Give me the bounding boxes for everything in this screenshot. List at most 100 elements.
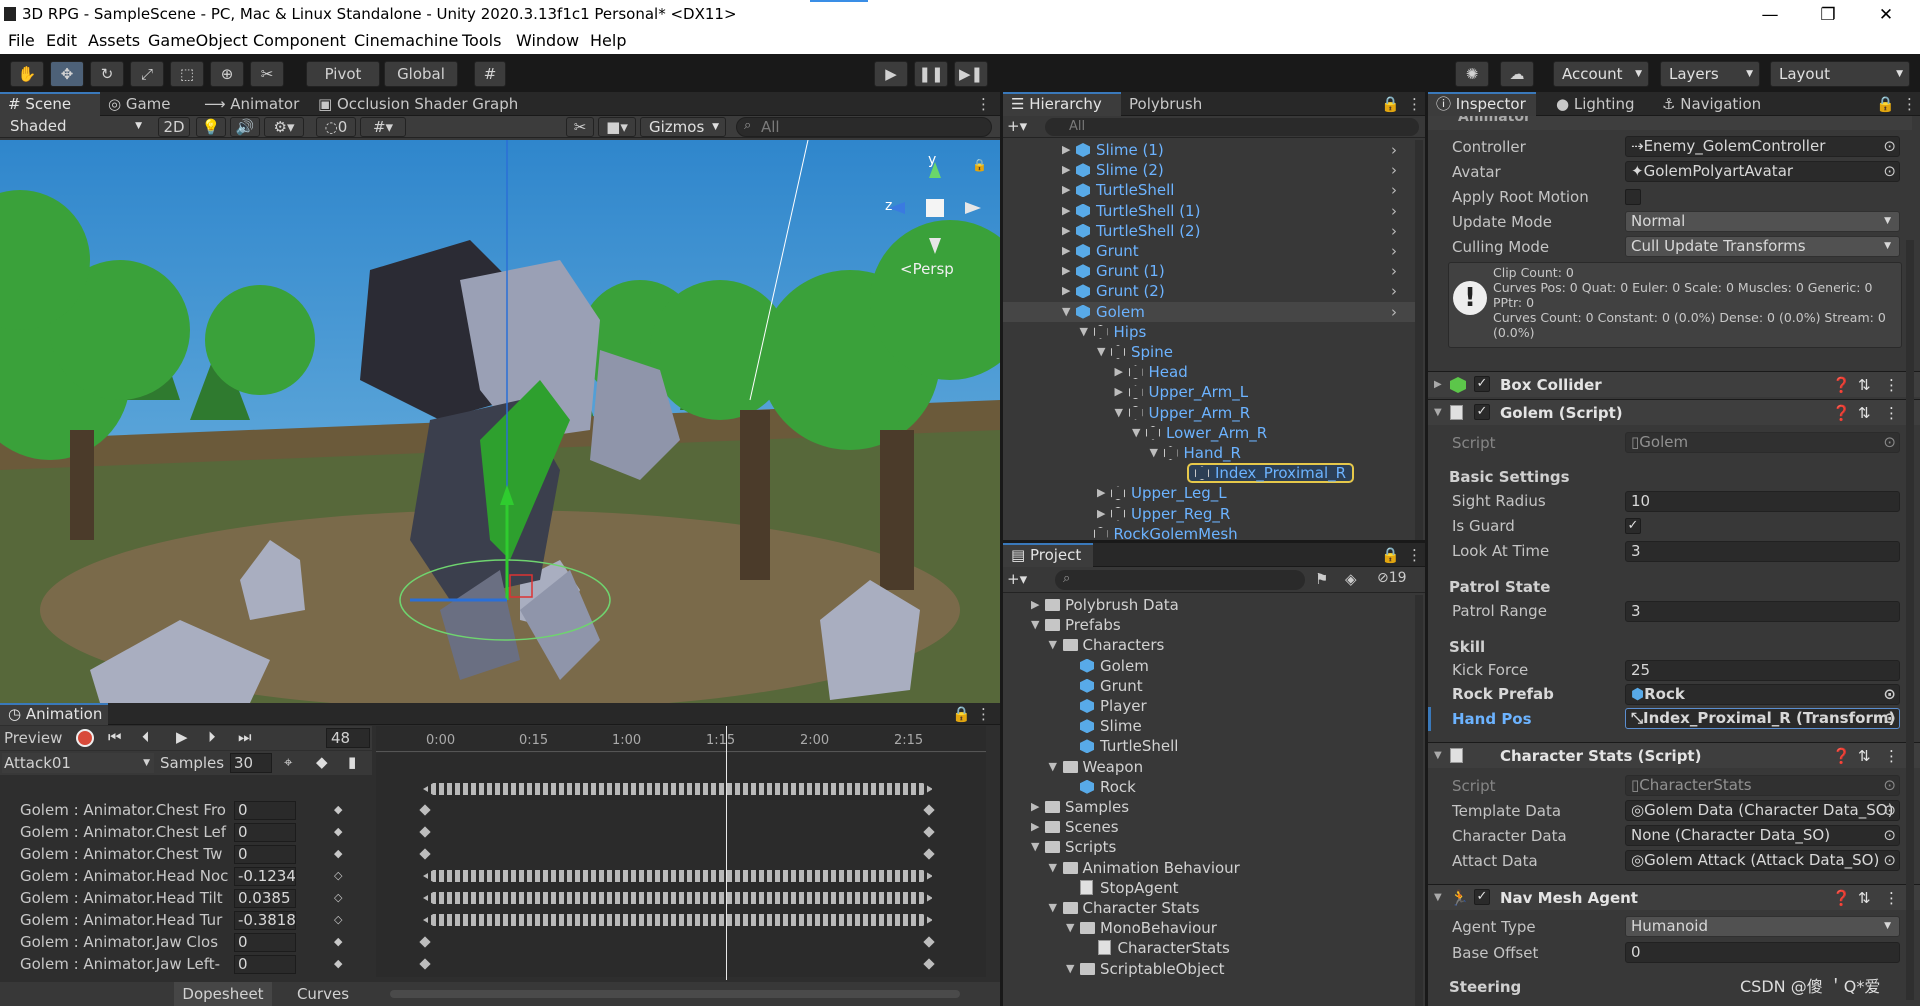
tab-occlusion[interactable]: ▣ Occlusion Shader Graph xyxy=(310,92,526,116)
close-button[interactable]: ✕ xyxy=(1866,2,1906,28)
nav-mesh-enabled[interactable]: ✓ xyxy=(1474,889,1490,905)
property-value[interactable]: 0 xyxy=(234,823,296,842)
hierarchy-item[interactable]: ▶ Upper_Arm_L xyxy=(1003,382,1415,402)
timeline-scrollbar[interactable] xyxy=(390,990,960,998)
tab-polybrush[interactable]: Polybrush xyxy=(1121,92,1210,116)
menu-gameobject[interactable]: GameObject xyxy=(148,31,248,50)
property-value[interactable]: 0 xyxy=(234,933,296,952)
project-item[interactable]: ▶ Polybrush Data xyxy=(1003,595,1415,615)
project-item[interactable]: ▼ Characters xyxy=(1003,635,1415,655)
project-item[interactable]: ▼ Character Stats xyxy=(1003,898,1415,918)
collapse-arrow-icon[interactable]: ▼ xyxy=(1066,959,1078,979)
hierarchy-item[interactable]: ▶ Grunt (2) › xyxy=(1003,281,1415,301)
box-collider-header[interactable]: ▶ ✓ Box Collider ❓ ⇅ ⋮ xyxy=(1428,371,1920,397)
hierarchy-item[interactable]: ▶ TurtleShell (1) › xyxy=(1003,201,1415,221)
pause-button[interactable]: ❚❚ xyxy=(914,61,948,87)
expand-arrow-icon[interactable]: ▶ xyxy=(1031,797,1043,817)
project-item[interactable]: Rock xyxy=(1003,777,1415,797)
anim-play-icon[interactable]: ▶ xyxy=(176,728,188,746)
chevron-right-icon[interactable]: › xyxy=(1391,160,1397,180)
filter-type-icon[interactable]: ⚑ xyxy=(1315,570,1328,588)
property-value[interactable]: -0.1234 xyxy=(234,867,296,886)
hierarchy-item[interactable]: ▶ Grunt › xyxy=(1003,241,1415,261)
collapse-arrow-icon[interactable]: ▼ xyxy=(1031,837,1043,857)
frame-field[interactable]: 48 xyxy=(326,728,370,748)
menu-help[interactable]: Help xyxy=(590,31,626,50)
avatar-field[interactable]: ✦GolemPolyartAvatar xyxy=(1625,161,1900,182)
patrol-range-field[interactable]: 3 xyxy=(1625,601,1900,622)
toggle-2d[interactable]: 2D xyxy=(158,117,190,137)
collapse-arrow-icon[interactable]: ▼ xyxy=(1132,423,1144,443)
presets-icon[interactable]: ⇅ xyxy=(1858,400,1871,426)
project-scrollbar[interactable] xyxy=(1415,595,1423,1006)
custom-tool-icon[interactable]: ✂ xyxy=(250,61,284,87)
inspector-scrollbar[interactable] xyxy=(1906,240,1914,1000)
chevron-right-icon[interactable]: › xyxy=(1391,180,1397,200)
anim-property-row[interactable]: Golem : Animator.Jaw Clos 0 ◆ xyxy=(0,931,365,953)
collapse-arrow-icon[interactable]: ▼ xyxy=(1066,918,1078,938)
collapse-arrow-icon[interactable]: ▼ xyxy=(1115,403,1127,423)
menu-assets[interactable]: Assets xyxy=(88,31,140,50)
tab-navigation[interactable]: ⚓ Navigation xyxy=(1654,92,1769,116)
lock-icon[interactable]: 🔒 xyxy=(972,158,987,172)
project-item[interactable]: ▼ Weapon xyxy=(1003,757,1415,777)
help-icon[interactable]: ❓ xyxy=(1832,885,1851,911)
hidden-packages-toggle[interactable]: ⊘19 xyxy=(1377,570,1407,586)
anim-property-row[interactable]: Golem : Animator.Chest Lef 0 ◆ xyxy=(0,821,365,843)
preview-toggle[interactable]: Preview xyxy=(4,729,62,747)
hierarchy-search-input[interactable]: All xyxy=(1045,118,1419,136)
hierarchy-item[interactable]: ▼ Upper_Arm_R xyxy=(1003,403,1415,423)
collapse-arrow-icon[interactable]: ▼ xyxy=(1434,400,1442,426)
animator-component-header[interactable]: Animator xyxy=(1428,116,1912,130)
project-item[interactable]: ▼ ScriptableObject xyxy=(1003,959,1415,979)
samples-field[interactable]: 30 xyxy=(230,753,272,773)
layout-dropdown[interactable]: Layout xyxy=(1770,61,1910,87)
account-dropdown[interactable]: Account xyxy=(1553,61,1649,87)
collapse-arrow-icon[interactable]: ▼ xyxy=(1097,342,1109,362)
base-offset-field[interactable]: 0 xyxy=(1625,942,1900,963)
project-item[interactable]: Golem xyxy=(1003,656,1415,676)
look-at-time-field[interactable]: 3 xyxy=(1625,541,1900,562)
grid-toggle-icon[interactable]: #▾ xyxy=(360,117,406,137)
help-icon[interactable]: ❓ xyxy=(1832,743,1851,769)
help-icon[interactable]: ❓ xyxy=(1832,372,1851,398)
global-toggle[interactable]: Global xyxy=(384,61,458,87)
project-item[interactable]: TurtleShell xyxy=(1003,736,1415,756)
menu-cinemachine[interactable]: Cinemachine xyxy=(354,31,458,50)
panel-menu-icon[interactable]: ⋮ xyxy=(968,92,999,116)
shading-dropdown[interactable]: Shaded xyxy=(2,117,148,137)
hierarchy-item[interactable]: ▶ Slime (2) › xyxy=(1003,160,1415,180)
property-value[interactable]: -0.3818 xyxy=(234,911,296,930)
template-data-field[interactable]: ◎Golem Data (Character Data_SO) xyxy=(1625,800,1900,821)
project-item[interactable]: ▼ Prefabs xyxy=(1003,615,1415,635)
project-item[interactable]: Grunt xyxy=(1003,676,1415,696)
expand-arrow-icon[interactable]: ▶ xyxy=(1062,281,1074,301)
collapse-arrow-icon[interactable]: ▼ xyxy=(1049,635,1061,655)
collapse-arrow-icon[interactable]: ▼ xyxy=(1049,757,1061,777)
tab-dopesheet[interactable]: Dopesheet xyxy=(174,982,272,1006)
effects-icon[interactable]: ⚙▾ xyxy=(264,117,304,137)
hierarchy-item[interactable]: ▼ Hips xyxy=(1003,322,1415,342)
scale-tool-icon[interactable]: ⤢ xyxy=(130,61,164,87)
project-item[interactable]: ▼ Scripts xyxy=(1003,837,1415,857)
hierarchy-menu-icon[interactable]: ⋮ xyxy=(1399,92,1425,116)
expand-arrow-icon[interactable]: ▶ xyxy=(1097,483,1109,503)
chevron-right-icon[interactable]: › xyxy=(1391,221,1397,241)
component-menu-icon[interactable]: ⋮ xyxy=(1884,372,1899,398)
help-icon[interactable]: ❓ xyxy=(1832,400,1851,426)
property-value[interactable]: 0 xyxy=(234,801,296,820)
rotate-tool-icon[interactable]: ↻ xyxy=(90,61,124,87)
expand-arrow-icon[interactable]: ▶ xyxy=(1031,595,1043,615)
tab-inspector[interactable]: ⓘ Inspector xyxy=(1428,92,1536,116)
anim-menu-icon[interactable]: ⋮ xyxy=(968,703,999,725)
golem-script-enabled[interactable]: ✓ xyxy=(1474,404,1490,420)
controller-field[interactable]: ⇢Enemy_GolemController xyxy=(1625,136,1900,157)
expand-arrow-icon[interactable]: ▶ xyxy=(1062,180,1074,200)
restore-button[interactable]: ❐ xyxy=(1808,2,1848,28)
menu-window[interactable]: Window xyxy=(516,31,579,50)
golem-script-header[interactable]: ▼ ✓ Golem (Script) ❓ ⇅ ⋮ xyxy=(1428,399,1920,425)
last-key-icon[interactable]: ⏭ xyxy=(238,728,252,746)
is-guard-checkbox[interactable]: ✓ xyxy=(1625,518,1641,534)
lighting-icon[interactable]: 💡 xyxy=(196,117,226,137)
menu-tools[interactable]: Tools xyxy=(462,31,501,50)
